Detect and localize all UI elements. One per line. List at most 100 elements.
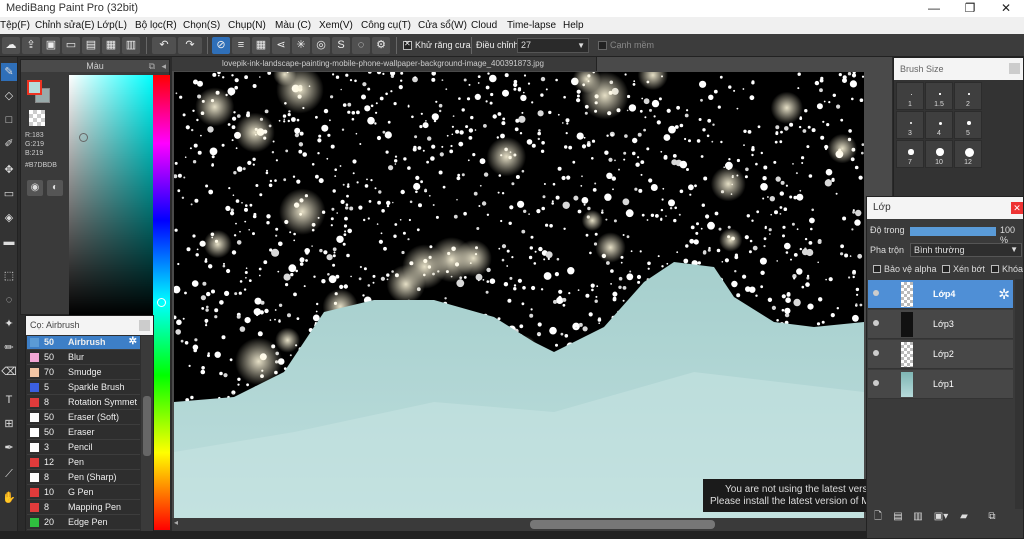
operation-tool-icon[interactable]: ⊞ (1, 415, 17, 433)
layer-row[interactable]: Lớp3 (868, 310, 1013, 339)
select-pen-icon[interactable]: ✏ (1, 339, 17, 357)
brush-scrollbar[interactable] (141, 336, 153, 532)
new-8bit-layer-icon[interactable]: ▥ (911, 510, 925, 524)
select-tool-icon[interactable]: ⬚ (1, 267, 17, 285)
scrollbar-thumb[interactable] (530, 520, 715, 529)
brush-size-option[interactable]: 3 (896, 111, 924, 139)
snap-concentric-icon[interactable]: ◎ (312, 37, 330, 54)
snap-settings-icon[interactable]: ⚙ (372, 37, 390, 54)
snap-ellipse-icon[interactable]: ◌ (352, 37, 370, 54)
update-notice[interactable]: You are not using the latest vers Please… (703, 479, 866, 512)
magic-wand-icon[interactable]: ✦ (1, 315, 17, 333)
brush-size-option[interactable]: 1 (896, 82, 924, 110)
scroll-left-icon[interactable]: ◂ (174, 518, 178, 527)
dot-tool-icon[interactable]: ✐ (1, 135, 17, 153)
panel-menu-icon[interactable] (139, 320, 150, 331)
minimize-button[interactable]: — (916, 0, 952, 17)
menu-tools[interactable]: Công cụ(T) (361, 20, 411, 31)
panel-menu-icon[interactable] (1009, 63, 1020, 74)
brush-size-option[interactable]: 1.5 (925, 82, 953, 110)
export-icon[interactable]: ⇪ (22, 37, 40, 54)
page-icon[interactable]: ▤ (82, 37, 100, 54)
antialias-checkbox[interactable] (403, 39, 412, 50)
brush-size-option[interactable]: 5 (954, 111, 982, 139)
panel-icon[interactable]: ▥ (122, 37, 140, 54)
brush-tool-icon[interactable]: ✎ (1, 63, 17, 81)
brush-item[interactable]: 3 Pencil (27, 441, 140, 455)
eraser-tool-icon[interactable]: ◇ (1, 87, 17, 105)
menu-file[interactable]: Tệp(F) (0, 20, 30, 31)
menu-window[interactable]: Cửa sổ(W) (418, 20, 467, 31)
brush-item[interactable]: 50 Eraser (Soft) (27, 411, 140, 425)
gradient-tool-icon[interactable]: ▬ (1, 233, 17, 251)
layer-scrollbar[interactable] (1015, 279, 1023, 509)
move-tool-icon[interactable]: ✥ (1, 161, 17, 179)
brush-size-option[interactable]: 2 (954, 82, 982, 110)
collapse-icon[interactable]: ◂ (161, 60, 166, 72)
grid-icon[interactable]: ▦ (102, 37, 120, 54)
menu-help[interactable]: Help (563, 20, 584, 31)
canvas-artwork[interactable] (174, 72, 864, 518)
document-tab[interactable]: lovepik-ink-landscape-painting-mobile-ph… (172, 57, 597, 71)
sv-cursor[interactable] (79, 133, 88, 142)
layer-type-dropdown-icon[interactable]: ▣▾ (931, 510, 951, 524)
visibility-eye-icon[interactable] (873, 290, 879, 296)
layer-row[interactable]: Lớp2 (868, 340, 1013, 369)
brush-item[interactable]: 8 Rotation Symmet (27, 396, 140, 410)
cloud-icon[interactable]: ☁ (2, 37, 20, 54)
snap-vanish-icon[interactable]: ⋖ (272, 37, 290, 54)
horizontal-scrollbar[interactable]: ◂ (172, 518, 866, 531)
eyedropper-icon[interactable]: ✒ (1, 439, 17, 457)
snap-radial-icon[interactable]: ✳ (292, 37, 310, 54)
select-eraser-icon[interactable]: ⌫ (1, 363, 17, 381)
stabilizer-select[interactable]: 27 ▼ (517, 38, 589, 53)
close-button[interactable]: ✕ (988, 0, 1024, 17)
brush-item[interactable]: 10 G Pen (27, 486, 140, 500)
gear-icon[interactable]: ✲ (129, 336, 137, 347)
snap-off-icon[interactable]: ⊘ (212, 37, 230, 54)
brush-size-option[interactable]: 10 (925, 140, 953, 168)
hue-cursor[interactable] (157, 298, 166, 307)
popout-icon[interactable]: ⧉ (149, 60, 155, 72)
layer-row[interactable]: Lớp4 ✲ (868, 280, 1013, 309)
snap-grid-icon[interactable]: ▦ (252, 37, 270, 54)
gear-icon[interactable]: ✲ (998, 286, 1010, 303)
lasso-tool-icon[interactable]: ◌ (1, 291, 17, 309)
menu-timelapse[interactable]: Time-lapse (507, 20, 556, 31)
lock-checkbox[interactable] (991, 265, 999, 273)
brush-size-option[interactable]: 4 (925, 111, 953, 139)
menu-cloud[interactable]: Cloud (471, 20, 497, 31)
visibility-eye-icon[interactable] (873, 380, 879, 386)
transparent-color-swatch[interactable] (29, 110, 45, 126)
brush-item[interactable]: 50 Airbrush ✲ (27, 336, 140, 350)
blend-mode-select[interactable]: Bình thường ▼ (910, 243, 1022, 257)
snap-curve-icon[interactable]: S (332, 37, 350, 54)
new-halftone-layer-icon[interactable]: ▤ (891, 510, 905, 524)
brush-item[interactable]: 8 Pen (Sharp) (27, 471, 140, 485)
shape-tool-icon[interactable]: ▭ (1, 185, 17, 203)
brush-size-option[interactable]: 12 (954, 140, 982, 168)
color-picker-icon[interactable]: ◐ (47, 180, 63, 196)
redo-icon[interactable]: ↷ (178, 37, 202, 54)
menu-view[interactable]: Xem(V) (319, 20, 353, 31)
layer-row[interactable]: Lớp1 (868, 370, 1013, 399)
brush-size-option[interactable]: 7 (896, 140, 924, 168)
brush-item[interactable]: 8 Mapping Pen (27, 501, 140, 515)
folder-icon[interactable]: ▰ (957, 510, 971, 524)
close-icon[interactable]: ✕ (1011, 202, 1023, 214)
menu-capture[interactable]: Chụp(N) (228, 20, 266, 31)
divide-tool-icon[interactable]: ⟋ (1, 465, 17, 483)
scrollbar-thumb[interactable] (143, 396, 151, 456)
brush-item[interactable]: 50 Blur (27, 351, 140, 365)
opacity-slider[interactable] (910, 227, 996, 236)
rect-tool-icon[interactable]: □ (1, 111, 17, 129)
hand-tool-icon[interactable]: ✋ (1, 489, 17, 507)
edge-checkbox[interactable] (598, 41, 607, 50)
brush-item[interactable]: 50 Eraser (27, 426, 140, 440)
brush-item[interactable]: 20 Edge Pen (27, 516, 140, 530)
text-tool-icon[interactable]: T (1, 391, 17, 409)
maximize-button[interactable]: ❐ (952, 0, 988, 17)
menu-layer[interactable]: Lớp(L) (97, 20, 127, 31)
comment-icon[interactable]: ▭ (62, 37, 80, 54)
foreground-color-swatch[interactable] (27, 80, 42, 95)
